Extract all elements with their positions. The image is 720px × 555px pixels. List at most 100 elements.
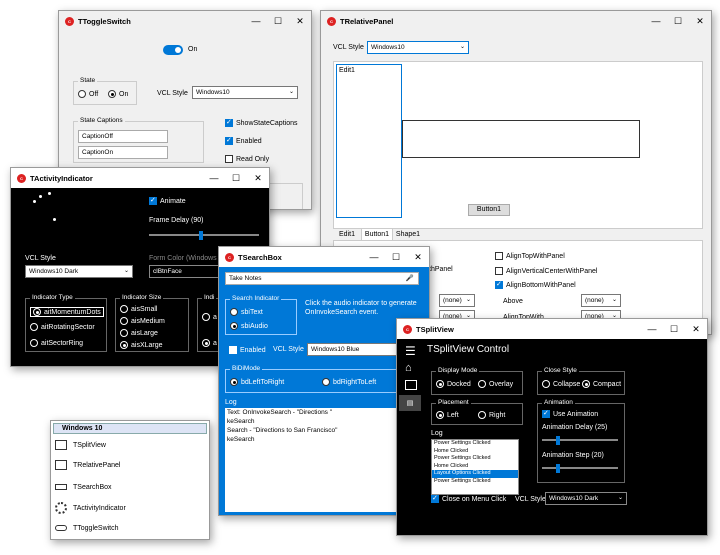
left-radio[interactable]: Left <box>436 411 459 419</box>
list-item: Home Clicked <box>434 447 469 454</box>
microphone-icon[interactable]: 🎤 <box>406 273 414 284</box>
window-title: TActivityIndicator <box>30 173 93 183</box>
minimize-button[interactable]: — <box>641 319 663 339</box>
enabled-checkbox[interactable]: Enabled <box>225 136 262 145</box>
window-title: TToggleSwitch <box>78 16 131 26</box>
size-large-radio[interactable]: aisLarge <box>120 329 158 337</box>
partial-radio-1[interactable]: a <box>202 313 217 321</box>
vcl-style-combo[interactable]: Windows10 Dark ⌄ <box>25 265 133 278</box>
title-bar: C TSearchBox — ☐ ✕ <box>219 247 429 267</box>
animate-checkbox[interactable]: Animate <box>149 196 186 205</box>
indicator-type-group: Indicator Type aitMomentumDots aitRotati… <box>25 294 107 352</box>
power-settings-icon[interactable]: ▤ <box>399 395 421 411</box>
use-animation-checkbox[interactable]: Use Animation <box>542 409 598 418</box>
frame-delay-slider[interactable] <box>149 230 259 240</box>
maximize-button[interactable]: ☐ <box>385 247 407 267</box>
anim-delay-slider[interactable] <box>542 435 618 445</box>
maximize-button[interactable]: ☐ <box>225 168 247 188</box>
log-list[interactable]: Power Settings Clicked Home Clicked Powe… <box>431 439 519 495</box>
maximize-button[interactable]: ☐ <box>663 319 685 339</box>
minimize-button[interactable]: — <box>245 11 267 31</box>
right-radio[interactable]: Right <box>478 411 505 419</box>
toggle-switch[interactable] <box>163 45 183 55</box>
close-button[interactable]: ✕ <box>407 247 429 267</box>
close-button[interactable]: ✕ <box>689 11 711 31</box>
layout-icon[interactable] <box>405 380 417 390</box>
item-toggleswitch[interactable]: TToggleSwitch <box>55 521 119 535</box>
item-searchbox[interactable]: TSearchBox <box>55 480 112 494</box>
state-on-radio[interactable]: On <box>108 90 128 98</box>
size-xlarge-radio[interactable]: aisXLarge <box>120 341 163 349</box>
button1[interactable]: Button1 <box>468 204 510 216</box>
align-bottom-checkbox[interactable]: AlignBottomWithPanel <box>495 280 576 289</box>
vcl-style-combo[interactable]: Windows10 Dark ⌄ <box>545 492 627 505</box>
home-icon[interactable]: ⌂ <box>405 362 412 374</box>
tab-shape1[interactable]: Shape1 <box>393 229 423 240</box>
minimize-button[interactable]: — <box>363 247 385 267</box>
edit1-memo[interactable]: Edit1 <box>336 64 402 218</box>
toggle-state-label: On <box>188 46 198 53</box>
vcl-style-combo[interactable]: Windows10 ⌄ <box>367 41 469 54</box>
close-button[interactable]: ✕ <box>289 11 311 31</box>
read-only-checkbox[interactable]: Read Only <box>225 155 269 163</box>
minimize-button[interactable]: — <box>203 168 225 188</box>
type-momentum-dots-radio[interactable]: aitMomentumDots <box>30 307 104 317</box>
item-relativepanel[interactable]: TRelativePanel <box>55 458 120 472</box>
enabled-checkbox[interactable]: Enabled <box>229 345 266 354</box>
log-list[interactable]: Text: OnInvokeSearch - "Directions " keS… <box>225 408 425 512</box>
list-item: Search - "Directions to San Francisco" <box>227 427 338 434</box>
above-combo[interactable]: (none) ⌄ <box>581 294 621 307</box>
caption-on-input[interactable]: CaptionOn <box>78 146 168 159</box>
panel-header: Windows 10 <box>53 423 207 434</box>
align-vcenter-checkbox[interactable]: AlignVerticalCenterWithPanel <box>495 267 597 275</box>
maximize-button[interactable]: ☐ <box>667 11 689 31</box>
bidi-ltr-radio[interactable]: bdLeftToRight <box>230 378 284 386</box>
app-icon: C <box>17 173 26 183</box>
sbi-text-radio[interactable]: sbiText <box>230 308 263 316</box>
window-title: TRelativePanel <box>340 16 394 26</box>
size-small-radio[interactable]: aisSmall <box>120 305 157 313</box>
bidi-group: BiDiMode bdLeftToRight bdRightToLeft <box>225 365 425 393</box>
list-item: keSearch <box>227 418 255 425</box>
log-label: Log <box>431 430 443 437</box>
display-mode-group: Display Mode Docked Overlay <box>431 367 523 395</box>
partial-radio-2[interactable]: a <box>202 339 217 347</box>
vcl-style-combo[interactable]: Windows10 ⌄ <box>192 86 298 99</box>
hamburger-icon[interactable]: ☰ <box>405 344 416 358</box>
type-sector-ring-radio[interactable]: aitSectorRing <box>30 339 83 347</box>
partial-combo-1[interactable]: (none) ⌄ <box>439 294 475 307</box>
list-item: Layout Options Clicked <box>432 470 518 478</box>
close-button[interactable]: ✕ <box>247 168 269 188</box>
vcl-style-label: VCL Style <box>273 346 304 353</box>
indicator-size-group: Indicator Size aisSmall aisMedium aisLar… <box>115 294 189 352</box>
search-input[interactable]: Take Notes 🎤 <box>225 272 419 285</box>
minimize-button[interactable]: — <box>645 11 667 31</box>
overlay-radio[interactable]: Overlay <box>478 380 513 388</box>
align-top-checkbox[interactable]: AlignTopWithPanel <box>495 252 565 260</box>
compact-radio[interactable]: Compact <box>582 380 621 388</box>
close-on-menu-click-checkbox[interactable]: Close on Menu Click <box>431 494 506 503</box>
item-activityindicator[interactable]: TActivityIndicator <box>55 501 126 515</box>
show-state-checkbox[interactable]: ShowStateCaptions <box>225 118 297 127</box>
vcl-style-label: VCL Style <box>333 44 364 51</box>
state-off-radio[interactable]: Off <box>78 90 98 98</box>
above-label: Above <box>503 298 523 305</box>
close-button[interactable]: ✕ <box>685 319 707 339</box>
sbi-audio-radio[interactable]: sbiAudio <box>230 322 268 330</box>
tab-edit1[interactable]: Edit1 <box>333 229 361 240</box>
tab-button1[interactable]: Button1 <box>361 228 393 240</box>
docked-radio[interactable]: Docked <box>436 380 471 388</box>
type-rotating-sector-radio[interactable]: aitRotatingSector <box>30 323 95 331</box>
searchbox-icon <box>55 484 67 490</box>
shape1 <box>402 120 640 158</box>
bidi-rtl-radio[interactable]: bdRightToLeft <box>322 378 376 386</box>
caption-off-input[interactable]: CaptionOff <box>78 130 168 143</box>
state-captions-group: State Captions CaptionOff CaptionOn <box>73 117 204 163</box>
windows10-panel: Windows 10 TSplitView TRelativePanel TSe… <box>50 420 210 540</box>
frame-delay-label: Frame Delay (90) <box>149 217 204 224</box>
maximize-button[interactable]: ☐ <box>267 11 289 31</box>
collapse-radio[interactable]: Collapse <box>542 380 580 388</box>
anim-step-slider[interactable] <box>542 463 618 473</box>
item-splitview[interactable]: TSplitView <box>55 438 106 452</box>
size-medium-radio[interactable]: aisMedium <box>120 317 165 325</box>
